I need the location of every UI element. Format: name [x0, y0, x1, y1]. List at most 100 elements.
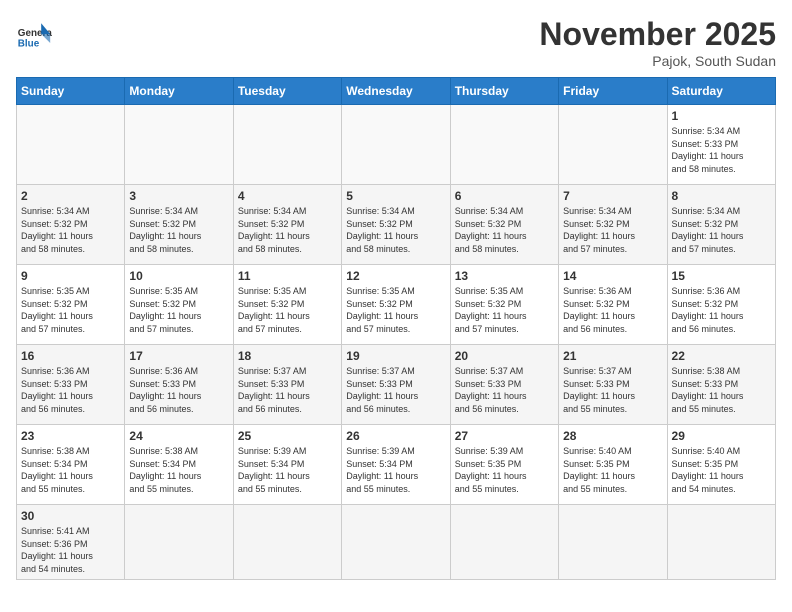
cell-info: Sunrise: 5:34 AM Sunset: 5:32 PM Dayligh…	[238, 205, 337, 255]
cell-info: Sunrise: 5:34 AM Sunset: 5:33 PM Dayligh…	[672, 125, 771, 175]
calendar-cell: 21Sunrise: 5:37 AM Sunset: 5:33 PM Dayli…	[559, 345, 667, 425]
cell-info: Sunrise: 5:34 AM Sunset: 5:32 PM Dayligh…	[129, 205, 228, 255]
calendar-cell: 20 Sunrise: 5:37 AM Sunset: 5:33 PM Dayli…	[450, 345, 558, 425]
cell-info: Sunrise: 5:40 AM Sunset: 5:35 PM Dayligh…	[672, 445, 771, 495]
header-tuesday: Tuesday	[233, 78, 341, 105]
day-number: 14	[563, 269, 662, 283]
cell-info: Sunrise: 5:36 AM Sunset: 5:33 PM Dayligh…	[21, 365, 120, 415]
calendar-cell: 15Sunrise: 5:36 AM Sunset: 5:32 PM Dayli…	[667, 265, 775, 345]
day-number: 24	[129, 429, 228, 443]
calendar-cell: 11Sunrise: 5:35 AM Sunset: 5:32 PM Dayli…	[233, 265, 341, 345]
day-number: 9	[21, 269, 120, 283]
day-number: 13	[455, 269, 554, 283]
calendar-cell	[125, 105, 233, 185]
day-number: 25	[238, 429, 337, 443]
cell-info: Sunrise: 5:34 AM Sunset: 5:32 PM Dayligh…	[21, 205, 120, 255]
cell-info: Sunrise: 5:39 AM Sunset: 5:35 PM Dayligh…	[455, 445, 554, 495]
day-number: 1	[672, 109, 771, 123]
day-number: 17	[129, 349, 228, 363]
header-wednesday: Wednesday	[342, 78, 450, 105]
header-monday: Monday	[125, 78, 233, 105]
calendar-cell	[233, 105, 341, 185]
cell-info: Sunrise: 5:37 AM Sunset: 5:33 PM Dayligh…	[238, 365, 337, 415]
calendar-cell: 18 Sunrise: 5:37 AM Sunset: 5:33 PM Dayli…	[233, 345, 341, 425]
week-row-1: 1 Sunrise: 5:34 AM Sunset: 5:33 PM Daylig…	[17, 105, 776, 185]
month-title: November 2025	[539, 16, 776, 53]
cell-info: Sunrise: 5:34 AM Sunset: 5:32 PM Dayligh…	[455, 205, 554, 255]
cell-info: Sunrise: 5:36 AM Sunset: 5:33 PM Dayligh…	[129, 365, 228, 415]
calendar-cell: 29Sunrise: 5:40 AM Sunset: 5:35 PM Dayli…	[667, 425, 775, 505]
calendar-cell: 1 Sunrise: 5:34 AM Sunset: 5:33 PM Daylig…	[667, 105, 775, 185]
calendar-cell: 30 Sunrise: 5:41 AM Sunset: 5:36 PM Dayli…	[17, 505, 125, 580]
calendar-cell: 13Sunrise: 5:35 AM Sunset: 5:32 PM Dayli…	[450, 265, 558, 345]
page-header: General Blue November 2025 Pajok, South …	[16, 16, 776, 69]
header-saturday: Saturday	[667, 78, 775, 105]
calendar-cell: 26 Sunrise: 5:39 AM Sunset: 5:34 PM Dayli…	[342, 425, 450, 505]
cell-info: Sunrise: 5:38 AM Sunset: 5:34 PM Dayligh…	[21, 445, 120, 495]
calendar-cell: 24Sunrise: 5:38 AM Sunset: 5:34 PM Dayli…	[125, 425, 233, 505]
title-block: November 2025 Pajok, South Sudan	[539, 16, 776, 69]
header-friday: Friday	[559, 78, 667, 105]
calendar-cell: 6Sunrise: 5:34 AM Sunset: 5:32 PM Daylig…	[450, 185, 558, 265]
calendar-cell	[233, 505, 341, 580]
calendar-cell: 12Sunrise: 5:35 AM Sunset: 5:32 PM Dayli…	[342, 265, 450, 345]
day-number: 28	[563, 429, 662, 443]
calendar-cell	[559, 505, 667, 580]
day-number: 16	[21, 349, 120, 363]
cell-info: Sunrise: 5:41 AM Sunset: 5:36 PM Dayligh…	[21, 525, 120, 575]
calendar-cell: 17 Sunrise: 5:36 AM Sunset: 5:33 PM Dayli…	[125, 345, 233, 425]
calendar-cell: 28Sunrise: 5:40 AM Sunset: 5:35 PM Dayli…	[559, 425, 667, 505]
day-number: 22	[672, 349, 771, 363]
day-number: 8	[672, 189, 771, 203]
day-number: 11	[238, 269, 337, 283]
cell-info: Sunrise: 5:34 AM Sunset: 5:32 PM Dayligh…	[672, 205, 771, 255]
calendar-cell: 16 Sunrise: 5:36 AM Sunset: 5:33 PM Dayli…	[17, 345, 125, 425]
calendar-cell: 27 Sunrise: 5:39 AM Sunset: 5:35 PM Dayli…	[450, 425, 558, 505]
calendar-cell: 22 Sunrise: 5:38 AM Sunset: 5:33 PM Dayli…	[667, 345, 775, 425]
cell-info: Sunrise: 5:37 AM Sunset: 5:33 PM Dayligh…	[455, 365, 554, 415]
calendar-table: SundayMondayTuesdayWednesdayThursdayFrid…	[16, 77, 776, 580]
calendar-cell: 10 Sunrise: 5:35 AM Sunset: 5:32 PM Dayli…	[125, 265, 233, 345]
calendar-header-row: SundayMondayTuesdayWednesdayThursdayFrid…	[17, 78, 776, 105]
cell-info: Sunrise: 5:38 AM Sunset: 5:33 PM Dayligh…	[672, 365, 771, 415]
day-number: 20	[455, 349, 554, 363]
cell-info: Sunrise: 5:34 AM Sunset: 5:32 PM Dayligh…	[346, 205, 445, 255]
logo-icon: General Blue	[16, 16, 52, 52]
calendar-cell: 3 Sunrise: 5:34 AM Sunset: 5:32 PM Daylig…	[125, 185, 233, 265]
location-subtitle: Pajok, South Sudan	[539, 53, 776, 69]
calendar-cell	[667, 505, 775, 580]
day-number: 3	[129, 189, 228, 203]
day-number: 4	[238, 189, 337, 203]
week-row-6: 30 Sunrise: 5:41 AM Sunset: 5:36 PM Dayli…	[17, 505, 776, 580]
calendar-cell: 19 Sunrise: 5:37 AM Sunset: 5:33 PM Dayli…	[342, 345, 450, 425]
calendar-cell	[450, 505, 558, 580]
calendar-cell: 4 Sunrise: 5:34 AM Sunset: 5:32 PM Daylig…	[233, 185, 341, 265]
calendar-cell	[17, 105, 125, 185]
cell-info: Sunrise: 5:39 AM Sunset: 5:34 PM Dayligh…	[346, 445, 445, 495]
day-number: 27	[455, 429, 554, 443]
day-number: 30	[21, 509, 120, 523]
day-number: 26	[346, 429, 445, 443]
calendar-cell	[342, 105, 450, 185]
week-row-3: 9 Sunrise: 5:35 AM Sunset: 5:32 PM Daylig…	[17, 265, 776, 345]
cell-info: Sunrise: 5:36 AM Sunset: 5:32 PM Dayligh…	[672, 285, 771, 335]
svg-text:Blue: Blue	[18, 39, 40, 50]
calendar-cell: 5 Sunrise: 5:34 AM Sunset: 5:32 PM Daylig…	[342, 185, 450, 265]
day-number: 23	[21, 429, 120, 443]
cell-info: Sunrise: 5:37 AM Sunset: 5:33 PM Dayligh…	[346, 365, 445, 415]
calendar-cell: 7 Sunrise: 5:34 AM Sunset: 5:32 PM Daylig…	[559, 185, 667, 265]
cell-info: Sunrise: 5:35 AM Sunset: 5:32 PM Dayligh…	[21, 285, 120, 335]
calendar-cell	[342, 505, 450, 580]
day-number: 5	[346, 189, 445, 203]
day-number: 19	[346, 349, 445, 363]
day-number: 18	[238, 349, 337, 363]
day-number: 21	[563, 349, 662, 363]
day-number: 10	[129, 269, 228, 283]
day-number: 7	[563, 189, 662, 203]
week-row-5: 23 Sunrise: 5:38 AM Sunset: 5:34 PM Dayli…	[17, 425, 776, 505]
header-sunday: Sunday	[17, 78, 125, 105]
cell-info: Sunrise: 5:35 AM Sunset: 5:32 PM Dayligh…	[346, 285, 445, 335]
calendar-cell	[559, 105, 667, 185]
cell-info: Sunrise: 5:34 AM Sunset: 5:32 PM Dayligh…	[563, 205, 662, 255]
cell-info: Sunrise: 5:35 AM Sunset: 5:32 PM Dayligh…	[129, 285, 228, 335]
